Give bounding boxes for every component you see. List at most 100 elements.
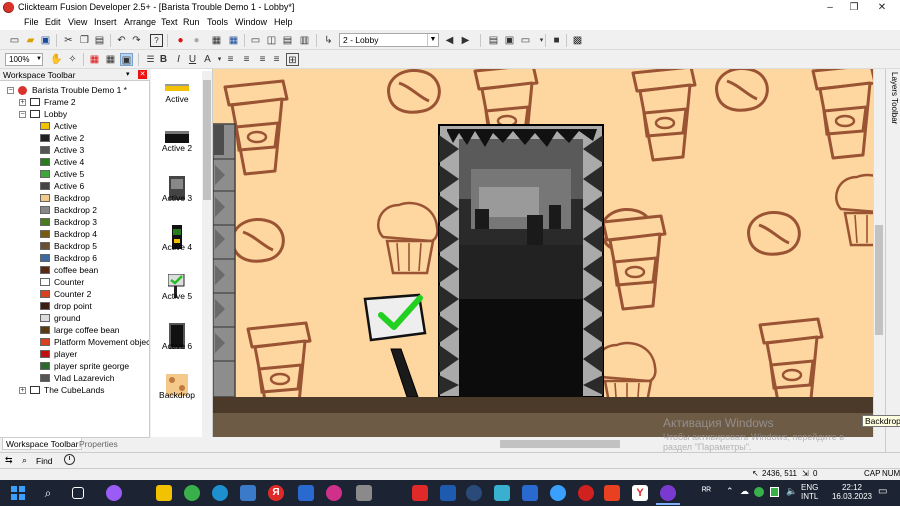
maps-icon[interactable] [298, 485, 314, 501]
menu-run[interactable]: Run [183, 17, 200, 27]
tree-object-item[interactable]: Active 5 [0, 168, 149, 180]
edge-icon[interactable] [212, 485, 228, 501]
task-view-icon[interactable] [72, 487, 84, 499]
record-icon[interactable]: ● [190, 34, 203, 47]
expand-icon[interactable]: + [19, 387, 26, 394]
bullet-list-icon[interactable]: ☰ [144, 53, 157, 66]
tree-object-item[interactable]: large coffee bean [0, 324, 149, 336]
snap-icon[interactable]: ▣ [120, 53, 133, 66]
event-list-icon[interactable]: ▥ [298, 34, 311, 47]
hand-icon[interactable]: ✋ [50, 53, 63, 66]
tile-icon[interactable]: ▣ [503, 34, 516, 47]
mail-icon[interactable] [240, 485, 256, 501]
cloud-icon[interactable]: ☁ [740, 486, 749, 497]
tree-object-item[interactable]: Backdrop 2 [0, 204, 149, 216]
tree-frame-item[interactable]: + The CubeLands [0, 384, 149, 396]
store-icon[interactable] [494, 485, 510, 501]
people-icon[interactable]: ᴿᴿ [702, 486, 711, 497]
tab-workspace-toolbar[interactable]: Workspace Toolbar [2, 438, 83, 450]
tree-object-item[interactable]: Vlad Lazarevich [0, 372, 149, 384]
tree-frame-item[interactable]: − Lobby [0, 108, 149, 120]
menu-help[interactable]: Help [274, 17, 293, 27]
app-icon[interactable] [604, 485, 620, 501]
find-label[interactable]: Find [36, 456, 53, 466]
tree-object-item[interactable]: Backdrop [0, 192, 149, 204]
shelf-object[interactable]: Active 3 [151, 175, 203, 219]
tray-app-icon[interactable] [754, 487, 764, 497]
close-button[interactable]: ✕ [868, 0, 896, 16]
steam-icon[interactable] [466, 485, 482, 501]
tree-object-item[interactable]: Active 3 [0, 144, 149, 156]
chevron-down-icon[interactable]: ▼ [427, 34, 438, 46]
stop-icon[interactable]: ● [174, 34, 187, 47]
menu-tools[interactable]: Tools [207, 17, 228, 27]
tree-object-item[interactable]: Backdrop 6 [0, 252, 149, 264]
list-view-icon[interactable]: ▤ [281, 34, 294, 47]
tree-object-item[interactable]: Active [0, 120, 149, 132]
paste-icon[interactable]: ▤ [93, 34, 106, 47]
undo-icon[interactable]: ↶ [115, 34, 128, 47]
new-file-icon[interactable]: ▭ [8, 34, 21, 47]
tab-properties[interactable]: Properties [76, 438, 121, 450]
restore-button[interactable]: ❐ [840, 0, 868, 16]
menu-file[interactable]: File [24, 17, 39, 27]
frame-editor-canvas[interactable] [213, 69, 873, 437]
shelf-object[interactable]: Active 2 [151, 125, 203, 169]
align-right-icon[interactable]: ≡ [256, 53, 269, 66]
system-clock[interactable]: 22:12 16.03.2023 [829, 483, 875, 501]
menu-view[interactable]: View [68, 17, 87, 27]
clock-icon[interactable] [64, 454, 75, 465]
calculator-icon[interactable] [522, 485, 538, 501]
windows-start-icon[interactable] [10, 485, 26, 501]
office-icon[interactable] [412, 485, 428, 501]
tree-object-item[interactable]: Backdrop 3 [0, 216, 149, 228]
tree-object-item[interactable]: Platform Movement objec [0, 336, 149, 348]
align-justify-icon[interactable]: ≡ [270, 53, 283, 66]
layout-icon[interactable]: ▭ [249, 34, 262, 47]
grid-view-icon[interactable]: ▦ [210, 34, 223, 47]
photos-icon[interactable] [440, 485, 456, 501]
shelf-object[interactable]: Active [151, 76, 203, 120]
stop-square-icon[interactable]: ■ [550, 34, 563, 47]
next-frame-icon[interactable]: ▶ [459, 34, 472, 47]
canvas-vertical-thumb[interactable] [875, 225, 883, 335]
paint-icon[interactable] [326, 485, 342, 501]
tree-object-item[interactable]: Active 6 [0, 180, 149, 192]
cut-icon[interactable]: ✂ [62, 34, 75, 47]
tree-object-item[interactable]: player sprite george [0, 360, 149, 372]
menu-edit[interactable]: Edit [45, 17, 61, 27]
search-icon[interactable]: ⌕ [40, 485, 56, 501]
align-left-icon[interactable]: ≡ [224, 53, 237, 66]
grid-red-icon[interactable]: ▦ [88, 53, 101, 66]
menu-insert[interactable]: Insert [94, 17, 117, 27]
grid-icon[interactable]: ▦ [104, 53, 117, 66]
input-language[interactable]: ENG INTL [801, 483, 818, 501]
italic-icon[interactable]: I [172, 53, 185, 66]
split-view-icon[interactable]: ◫ [265, 34, 278, 47]
shelf-object[interactable]: Active 6 [151, 322, 203, 367]
fit-icon[interactable]: ⊞ [286, 53, 299, 66]
layers-toolbar-label[interactable]: Layers Toolbar [886, 72, 899, 124]
shelf-object[interactable]: Active 4 [151, 224, 203, 268]
menu-arrange[interactable]: Arrange [124, 17, 156, 27]
filter-icon[interactable]: ⇆ [5, 455, 13, 466]
layer-dropdown-icon[interactable]: ▾ [535, 34, 548, 47]
shelf-scroll-thumb[interactable] [203, 80, 211, 200]
speaker-icon[interactable]: 🔈 [786, 486, 797, 497]
canvas-horizontal-thumb[interactable] [500, 440, 620, 448]
opera-icon[interactable] [578, 485, 594, 501]
clickteam-fusion-icon[interactable] [660, 485, 676, 501]
collapse-icon[interactable]: − [7, 87, 14, 94]
yandex-icon[interactable]: Я [268, 485, 284, 501]
yandex-browser-icon[interactable]: Y [632, 485, 648, 501]
pin-icon[interactable]: ▾ [126, 70, 130, 78]
tree-object-item[interactable]: Active 2 [0, 132, 149, 144]
tree-object-item[interactable]: player [0, 348, 149, 360]
tree-frame-item[interactable]: + Frame 2 [0, 96, 149, 108]
menu-window[interactable]: Window [235, 17, 267, 27]
align-icon[interactable]: ▤ [487, 34, 500, 47]
assistant-icon[interactable] [106, 485, 122, 501]
wand-icon[interactable]: ✧ [66, 53, 79, 66]
layers-toolbar-collapsed[interactable] [885, 69, 900, 452]
bold-icon[interactable]: B [157, 53, 170, 66]
